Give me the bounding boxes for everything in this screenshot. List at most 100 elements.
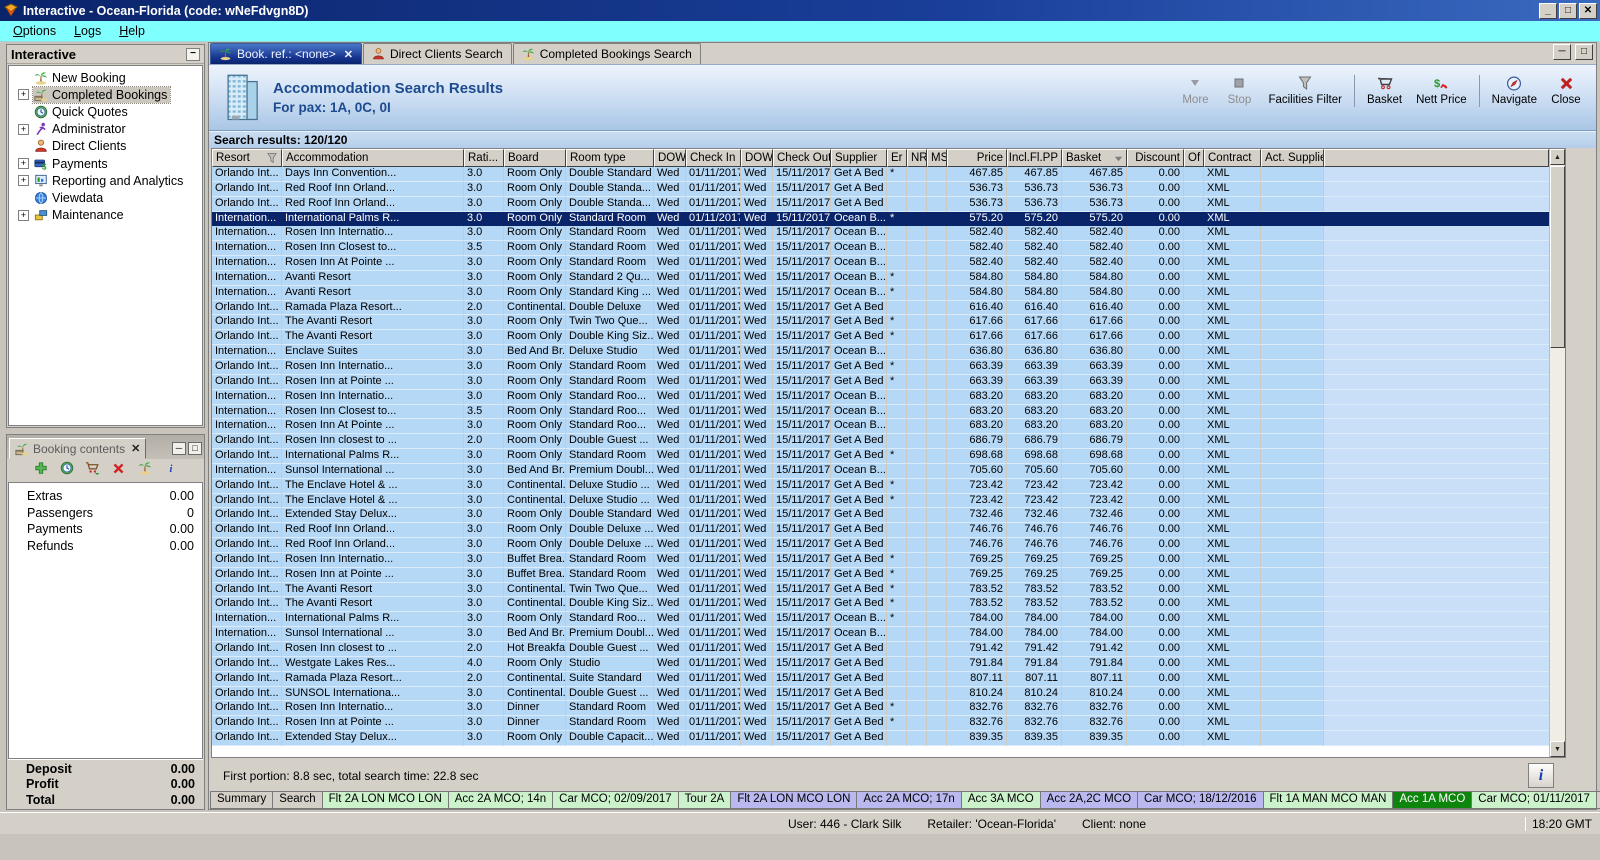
column-header-discount[interactable]: Discount bbox=[1127, 149, 1184, 167]
booking-tool-cart-transfer[interactable] bbox=[85, 460, 100, 480]
column-header-contract[interactable]: Contract bbox=[1204, 149, 1261, 167]
table-row[interactable]: Orlando Int... Red Roof Inn Orland... 3.0 R… bbox=[212, 196, 1549, 212]
bottom-tab-flt-1a-man-mco-man[interactable]: Flt 1A MAN MCO MAN bbox=[1262, 791, 1394, 809]
table-row[interactable]: Orlando Int... The Enclave Hotel & ... 3.0… bbox=[212, 478, 1549, 494]
expand-icon[interactable]: + bbox=[18, 209, 29, 221]
table-row[interactable]: Internation... Rosen Inn Internatio... 3.0… bbox=[212, 226, 1549, 242]
column-header-er[interactable]: Er bbox=[887, 149, 907, 167]
menu-logs[interactable]: Logs bbox=[65, 22, 110, 40]
tab-completed-bookings-search[interactable]: Completed Bookings Search bbox=[512, 43, 701, 64]
table-row[interactable]: Internation... Avanti Resort 3.0 Room Only S… bbox=[212, 270, 1549, 286]
table-row[interactable]: Orlando Int... Rosen Inn Internatio... 3.0… bbox=[212, 359, 1549, 375]
table-row[interactable]: Orlando Int... Red Roof Inn Orland... 3.0 R… bbox=[212, 538, 1549, 553]
expand-icon[interactable]: + bbox=[18, 175, 29, 187]
column-header-ms[interactable]: MS bbox=[927, 149, 947, 167]
booking-contents-tab[interactable]: Booking contents ✕ bbox=[9, 438, 147, 459]
table-row[interactable]: Internation... Rosen Inn At Pointe ... 3.0… bbox=[212, 419, 1549, 435]
bottom-tab-acc-1a-mco[interactable]: Acc 1A MCO bbox=[1392, 791, 1473, 809]
bottom-tab-car-mco-18-12-2016[interactable]: Car MCO; 18/12/2016 bbox=[1137, 791, 1264, 809]
bottom-tab-flt-2a-lon-mco-lon[interactable]: Flt 2A LON MCO LON bbox=[321, 791, 449, 809]
sidebar-item-direct-clients[interactable]: Direct Clients bbox=[9, 138, 202, 155]
column-header-supplier[interactable]: Supplier bbox=[831, 149, 887, 167]
column-header-dow[interactable]: DOW bbox=[741, 149, 773, 167]
bottom-tab-tour-2a[interactable]: Tour 2A bbox=[677, 791, 732, 809]
column-header-of[interactable]: Of bbox=[1184, 149, 1204, 167]
column-header-incl-fl-pp[interactable]: Incl.Fl.PP bbox=[1007, 149, 1062, 167]
sidebar-item-payments[interactable]: + $ Payments bbox=[9, 155, 202, 172]
bottom-tab-flt-2a-lon-mco-lon[interactable]: Flt 2A LON MCO LON bbox=[730, 791, 858, 809]
facilities-filter-button[interactable]: Facilities Filter bbox=[1261, 73, 1348, 109]
maximize-button[interactable]: □ bbox=[1559, 2, 1577, 19]
table-row[interactable]: Orlando Int... Rosen Inn at Pointe ... 3.0… bbox=[212, 716, 1549, 732]
table-row[interactable]: Internation... Avanti Resort 3.0 Room Only S… bbox=[212, 285, 1549, 301]
menu-help[interactable]: Help bbox=[110, 22, 154, 40]
booking-tool-clock[interactable] bbox=[59, 460, 74, 480]
table-row[interactable]: Orlando Int... Rosen Inn Internatio... 3.0… bbox=[212, 701, 1549, 717]
minimize-button[interactable]: _ bbox=[1539, 2, 1557, 19]
booking-minimize-icon[interactable]: ─ bbox=[172, 442, 186, 455]
column-header-rati[interactable]: Rati... bbox=[464, 149, 504, 167]
table-row[interactable]: Orlando Int... Rosen Inn Internatio... 3.0… bbox=[212, 552, 1549, 568]
bottom-tab-acc-2a-2c-mco[interactable]: Acc 2A,2C MCO bbox=[1039, 791, 1139, 809]
table-row[interactable]: Orlando Int... The Enclave Hotel & ... 3.0… bbox=[212, 493, 1549, 509]
table-row[interactable]: Internation... Sunsol International ... 3.… bbox=[212, 463, 1549, 479]
table-row[interactable]: Internation... Sunsol International ... 3.… bbox=[212, 627, 1549, 642]
table-row[interactable]: Orlando Int... The Avanti Resort 3.0 Contin… bbox=[212, 582, 1549, 598]
column-header-price[interactable]: Price bbox=[947, 149, 1007, 167]
bottom-tab-financial-summary[interactable]: Financial Summary bbox=[1595, 791, 1600, 809]
table-row[interactable]: Internation... Rosen Inn At Pointe ... 3.0… bbox=[212, 256, 1549, 271]
navigate-button[interactable]: Navigate bbox=[1485, 73, 1544, 109]
expand-icon[interactable]: + bbox=[18, 89, 29, 101]
table-row[interactable]: Orlando Int... Extended Stay Delux... 3.0 R… bbox=[212, 508, 1549, 524]
close-tab-icon[interactable]: ✕ bbox=[344, 48, 353, 61]
bottom-tab-search[interactable]: Search bbox=[272, 791, 323, 809]
table-row[interactable]: Orlando Int... Ramada Plaza Resort... 2.0 C… bbox=[212, 300, 1549, 316]
booking-maximize-icon[interactable]: □ bbox=[188, 442, 202, 455]
column-header-accommodation[interactable]: Accommodation bbox=[282, 149, 464, 167]
booking-tool-info[interactable]: i bbox=[163, 460, 178, 480]
bottom-tab-car-mco-01-11-2017[interactable]: Car MCO; 01/11/2017 bbox=[1471, 791, 1597, 809]
expand-icon[interactable]: + bbox=[18, 123, 29, 135]
booking-tool-red-x[interactable] bbox=[111, 461, 126, 480]
bottom-tab-acc-3a-mco[interactable]: Acc 3A MCO bbox=[960, 791, 1041, 809]
sidebar-item-quick-quotes[interactable]: Quick Quotes bbox=[9, 103, 202, 120]
scroll-down-icon[interactable]: ▼ bbox=[1550, 741, 1565, 757]
pane-minimize-icon[interactable]: ─ bbox=[1553, 44, 1571, 60]
column-header-room-type[interactable]: Room type bbox=[566, 149, 654, 167]
table-row[interactable]: Orlando Int... SUNSOL Internationa... 3.0 C… bbox=[212, 686, 1549, 702]
column-header-board[interactable]: Board bbox=[504, 149, 566, 167]
sidebar-item-administrator[interactable]: + Administrator bbox=[9, 121, 202, 138]
basket-button[interactable]: Basket bbox=[1360, 73, 1409, 109]
bottom-tab-acc-2a-mco-14n[interactable]: Acc 2A MCO; 14n bbox=[447, 791, 554, 809]
column-header-check-in[interactable]: Check In bbox=[686, 149, 741, 167]
table-row[interactable]: Orlando Int... Rosen Inn at Pointe ... 3.0… bbox=[212, 567, 1549, 583]
table-row[interactable]: Orlando Int... Ramada Plaza Resort... 2.0 C… bbox=[212, 671, 1549, 687]
table-row[interactable]: Internation... International Palms R... 3.… bbox=[212, 612, 1549, 628]
scroll-up-icon[interactable]: ▲ bbox=[1550, 149, 1565, 165]
vertical-scrollbar[interactable]: ▲ ▼ bbox=[1549, 149, 1565, 757]
table-row[interactable]: Orlando Int... International Palms R... 3.… bbox=[212, 449, 1549, 464]
table-row[interactable]: Orlando Int... Rosen Inn closest to ... 2.… bbox=[212, 434, 1549, 450]
sidebar-item-viewdata[interactable]: Viewdata bbox=[9, 189, 202, 206]
info-button[interactable]: i bbox=[1528, 763, 1554, 788]
table-row[interactable]: Orlando Int... Rosen Inn closest to ... 2.… bbox=[212, 642, 1549, 657]
table-row[interactable]: Internation... Rosen Inn Closest to... 3.5… bbox=[212, 241, 1549, 257]
menu-options[interactable]: Options bbox=[4, 22, 65, 40]
sidebar-item-completed-bookings[interactable]: + Completed Bookings bbox=[9, 85, 202, 104]
table-row[interactable]: Internation... International Palms R... 3.… bbox=[212, 211, 1549, 227]
table-row[interactable]: Internation... Rosen Inn Closest to... 3.5… bbox=[212, 404, 1549, 420]
expand-icon[interactable]: + bbox=[18, 158, 29, 170]
table-row[interactable]: Orlando Int... Westgate Lakes Res... 4.0 Ro… bbox=[212, 656, 1549, 672]
table-row[interactable]: Orlando Int... Red Roof Inn Orland... 3.0 R… bbox=[212, 181, 1549, 197]
column-header-act-supplier[interactable]: Act. Supplier bbox=[1261, 149, 1324, 167]
table-row[interactable]: Orlando Int... The Avanti Resort 3.0 Room O… bbox=[212, 330, 1549, 346]
sidebar-item-new-booking[interactable]: New Booking bbox=[9, 69, 202, 86]
booking-tool-add[interactable] bbox=[33, 460, 48, 480]
close-booking-tab-icon[interactable]: ✕ bbox=[131, 442, 140, 455]
table-row[interactable]: Orlando Int... The Avanti Resort 3.0 Room O… bbox=[212, 315, 1549, 331]
table-row[interactable]: Internation... Rosen Inn Internatio... 3.0… bbox=[212, 389, 1549, 405]
collapse-panel-icon[interactable]: − bbox=[186, 47, 200, 61]
sidebar-item-reporting-and-analytics[interactable]: + Reporting and Analytics bbox=[9, 172, 202, 189]
bottom-tab-summary[interactable]: Summary bbox=[210, 791, 274, 809]
sidebar-item-maintenance[interactable]: + Maintenance bbox=[9, 207, 202, 224]
